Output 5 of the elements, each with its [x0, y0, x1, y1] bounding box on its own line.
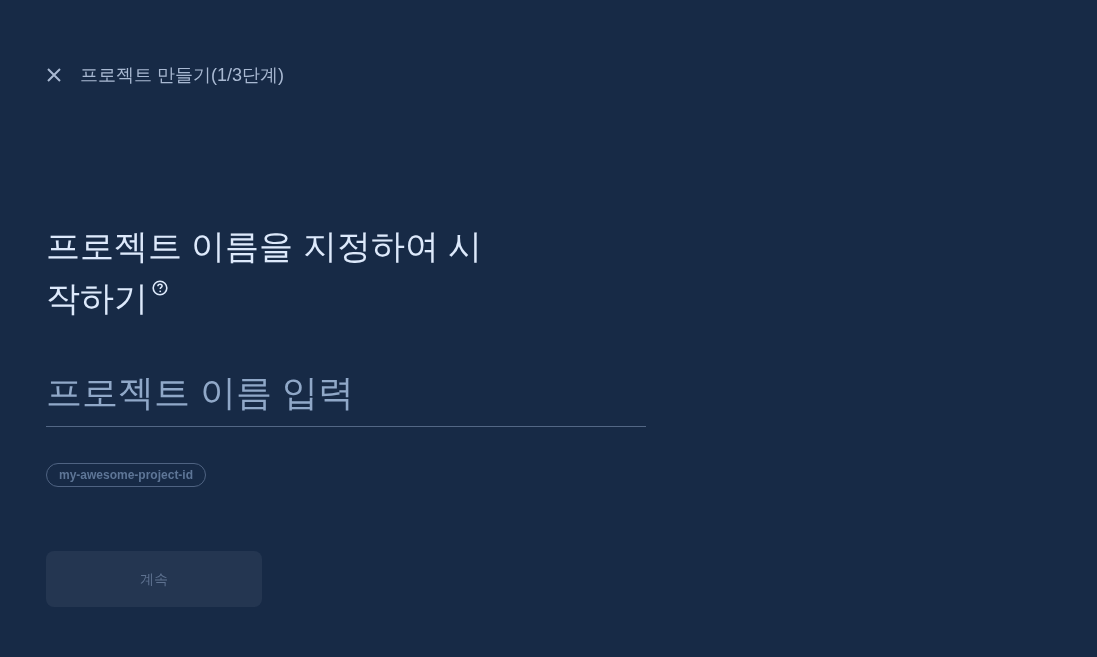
heading: 프로젝트 이름을 지정하여 시작하기: [46, 226, 484, 319]
close-icon: [47, 68, 61, 82]
project-name-field[interactable]: 프로젝트 이름 입력: [46, 366, 646, 427]
help-icon[interactable]: [152, 280, 168, 296]
page-title: 프로젝트 만들기(1/3단계): [80, 64, 284, 87]
